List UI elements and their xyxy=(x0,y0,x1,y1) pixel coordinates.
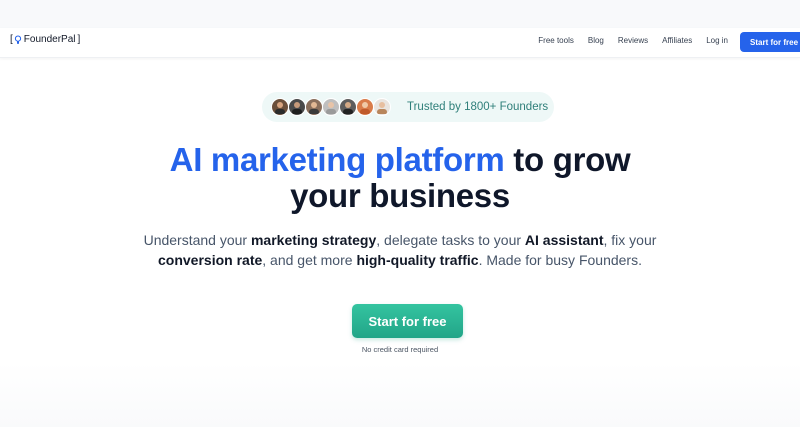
nav-link-reviews[interactable]: Reviews xyxy=(618,36,648,45)
avatar xyxy=(271,98,289,116)
navbar: [ FounderPal ] Free tools Blog Reviews A… xyxy=(0,28,800,58)
avatar xyxy=(356,98,374,116)
subtitle-text: Understand your xyxy=(143,232,251,248)
subtitle-text: , and get more xyxy=(262,251,357,268)
subtitle-bold-conversion: conversion rate xyxy=(158,251,263,268)
subtitle-bold-traffic: high-quality traffic xyxy=(356,251,479,268)
subtitle-bold-strategy: marketing strategy xyxy=(250,232,377,248)
no-credit-card-note: No credit card required xyxy=(361,345,439,354)
headline-accent: AI marketing platform xyxy=(169,141,505,178)
subtitle-text: , delegate tasks to your xyxy=(376,232,525,248)
headline-rest: to grow xyxy=(504,141,631,178)
hero-start-free-button[interactable]: Start for free xyxy=(352,304,463,338)
avatar xyxy=(322,98,340,116)
hero-subtitle: Understand your marketing strategy, dele… xyxy=(0,231,800,270)
logo-bracket-open: [ xyxy=(10,34,13,45)
subtitle-text: . Made for busy Founders. xyxy=(478,251,642,268)
nav-start-free-button[interactable]: Start for free xyxy=(740,32,800,52)
nav-link-free-tools[interactable]: Free tools xyxy=(538,36,574,45)
nav-link-affiliates[interactable]: Affiliates xyxy=(662,36,692,45)
logo-bracket-close: ] xyxy=(77,34,81,45)
subtitle-text: , fix your xyxy=(603,232,657,248)
founder-avatars xyxy=(271,98,391,116)
lightbulb-icon xyxy=(14,35,21,44)
headline-line2: your business xyxy=(290,177,510,214)
section-bottom-background xyxy=(0,362,800,427)
avatar xyxy=(305,98,323,116)
nav-link-login[interactable]: Log in xyxy=(706,36,728,45)
avatar xyxy=(288,98,306,116)
avatar xyxy=(373,98,391,116)
subtitle-bold-assistant: AI assistant xyxy=(524,232,604,248)
avatar xyxy=(339,98,357,116)
nav-link-blog[interactable]: Blog xyxy=(588,36,604,45)
trust-badge: Trusted by 1800+ Founders xyxy=(262,92,554,122)
trust-text: Trusted by 1800+ Founders xyxy=(407,101,549,113)
browser-top-strip xyxy=(0,0,800,28)
nav-links: Free tools Blog Reviews Affiliates Log i… xyxy=(538,36,728,45)
hero-headline: AI marketing platform to grow your busin… xyxy=(0,142,800,214)
brand-name: FounderPal xyxy=(23,34,76,45)
brand-logo[interactable]: [ FounderPal ] xyxy=(10,34,80,45)
